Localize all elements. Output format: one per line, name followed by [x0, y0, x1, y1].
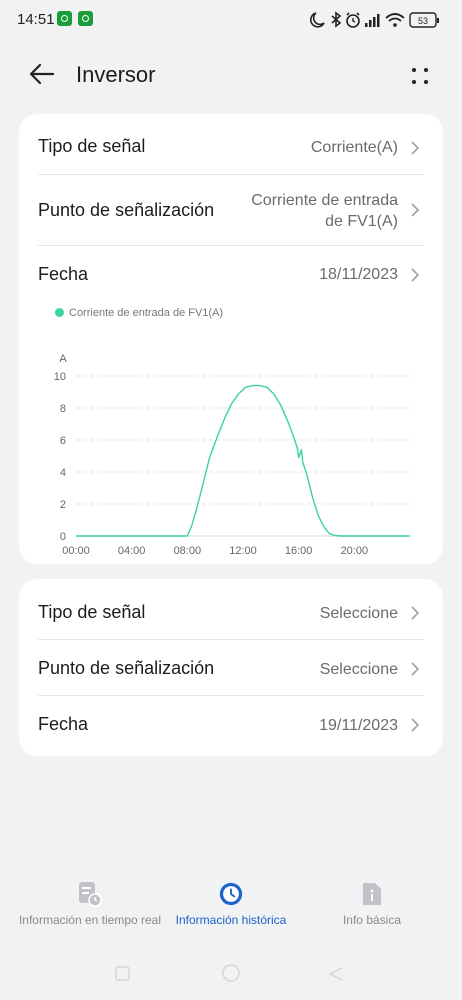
x-tick-label: 16:00 [285, 545, 313, 557]
basic-info-document-icon [363, 883, 381, 905]
chevron-right-icon [411, 268, 420, 282]
tab-realtime-label: Información en tiempo real [18, 913, 162, 927]
app-bar: Inversor [0, 48, 462, 104]
date-row[interactable]: Fecha 18/11/2023 [38, 246, 424, 302]
app-notification-icon [78, 11, 93, 26]
y-tick-label: 0 [60, 531, 66, 543]
system-back-icon[interactable] [328, 967, 343, 981]
y-axis-unit-label: A [59, 353, 67, 365]
tab-history-info[interactable]: Información histórica [154, 872, 308, 942]
signal-point-row[interactable]: Punto de señalización Seleccione [38, 640, 424, 695]
realtime-report-icon [79, 882, 102, 907]
signal-point-value: Seleccione [319, 661, 398, 678]
signal-point-row[interactable]: Punto de señalización Corriente de entra… [38, 175, 424, 245]
date-value: 19/11/2023 [319, 717, 398, 734]
history-clock-icon [219, 882, 243, 906]
chevron-right-icon [411, 606, 420, 620]
signal-point-value-line2: de FV1(A) [325, 213, 398, 230]
tab-realtime-info[interactable]: Información en tiempo real [13, 872, 167, 942]
history-card-1: Tipo de señal Corriente(A) Punto de seña… [19, 114, 443, 564]
battery-level: 53 [418, 16, 428, 26]
status-time: 14:51 [17, 11, 55, 28]
tab-basic-info[interactable]: Info básica [295, 872, 449, 942]
y-tick-label: 2 [60, 499, 66, 511]
app-notification-icon [57, 11, 72, 26]
more-options-icon[interactable] [402, 58, 438, 94]
y-tick-label: 10 [54, 371, 66, 383]
signal-point-label: Punto de señalización [38, 658, 215, 678]
date-label: Fecha [38, 714, 89, 734]
back-arrow-icon[interactable] [26, 58, 58, 90]
date-row[interactable]: Fecha 19/11/2023 [38, 696, 424, 756]
system-navigation-bar [115, 964, 343, 982]
x-tick-label: 12:00 [229, 545, 257, 557]
x-tick-label: 00:00 [62, 545, 90, 557]
x-tick-label: 04:00 [118, 545, 146, 557]
page-title: Inversor [76, 62, 156, 87]
y-tick-label: 8 [60, 403, 66, 415]
tab-basic-label: Info básica [342, 913, 402, 927]
chevron-right-icon [411, 718, 420, 732]
x-tick-label: 20:00 [341, 545, 369, 557]
tab-history-label: Información histórica [175, 913, 287, 927]
date-value: 18/11/2023 [319, 266, 398, 283]
y-tick-label: 4 [60, 467, 66, 479]
signal-type-label: Tipo de señal [38, 602, 146, 622]
signal-point-label: Punto de señalización [38, 200, 215, 220]
chevron-right-icon [411, 141, 420, 155]
y-tick-label: 6 [60, 435, 66, 447]
signal-point-value-line1: Corriente de entrada [251, 192, 398, 209]
chevron-right-icon [411, 662, 420, 676]
status-bar: 14:51 53 [0, 0, 462, 40]
chevron-right-icon [411, 203, 420, 217]
signal-type-value: Seleccione [319, 605, 398, 622]
home-icon[interactable] [222, 964, 240, 982]
signal-type-row[interactable]: Tipo de señal Corriente(A) [38, 114, 424, 174]
bottom-tab-bar: Información en tiempo real Información h… [0, 872, 462, 942]
history-line-chart: A 0 2 4 6 8 10 00:00 04:00 08:00 12:00 16:00 20:00 [54, 353, 410, 557]
signal-type-value: Corriente(A) [310, 139, 398, 156]
x-tick-label: 08:00 [174, 545, 202, 557]
date-label: Fecha [38, 264, 89, 284]
signal-type-label: Tipo de señal [38, 136, 146, 156]
system-status-icons: 53 [310, 11, 439, 28]
history-card-2: Tipo de señal Seleccione Punto de señali… [19, 579, 443, 756]
signal-type-row[interactable]: Tipo de señal Seleccione [38, 579, 424, 639]
recent-apps-icon[interactable] [115, 966, 130, 981]
